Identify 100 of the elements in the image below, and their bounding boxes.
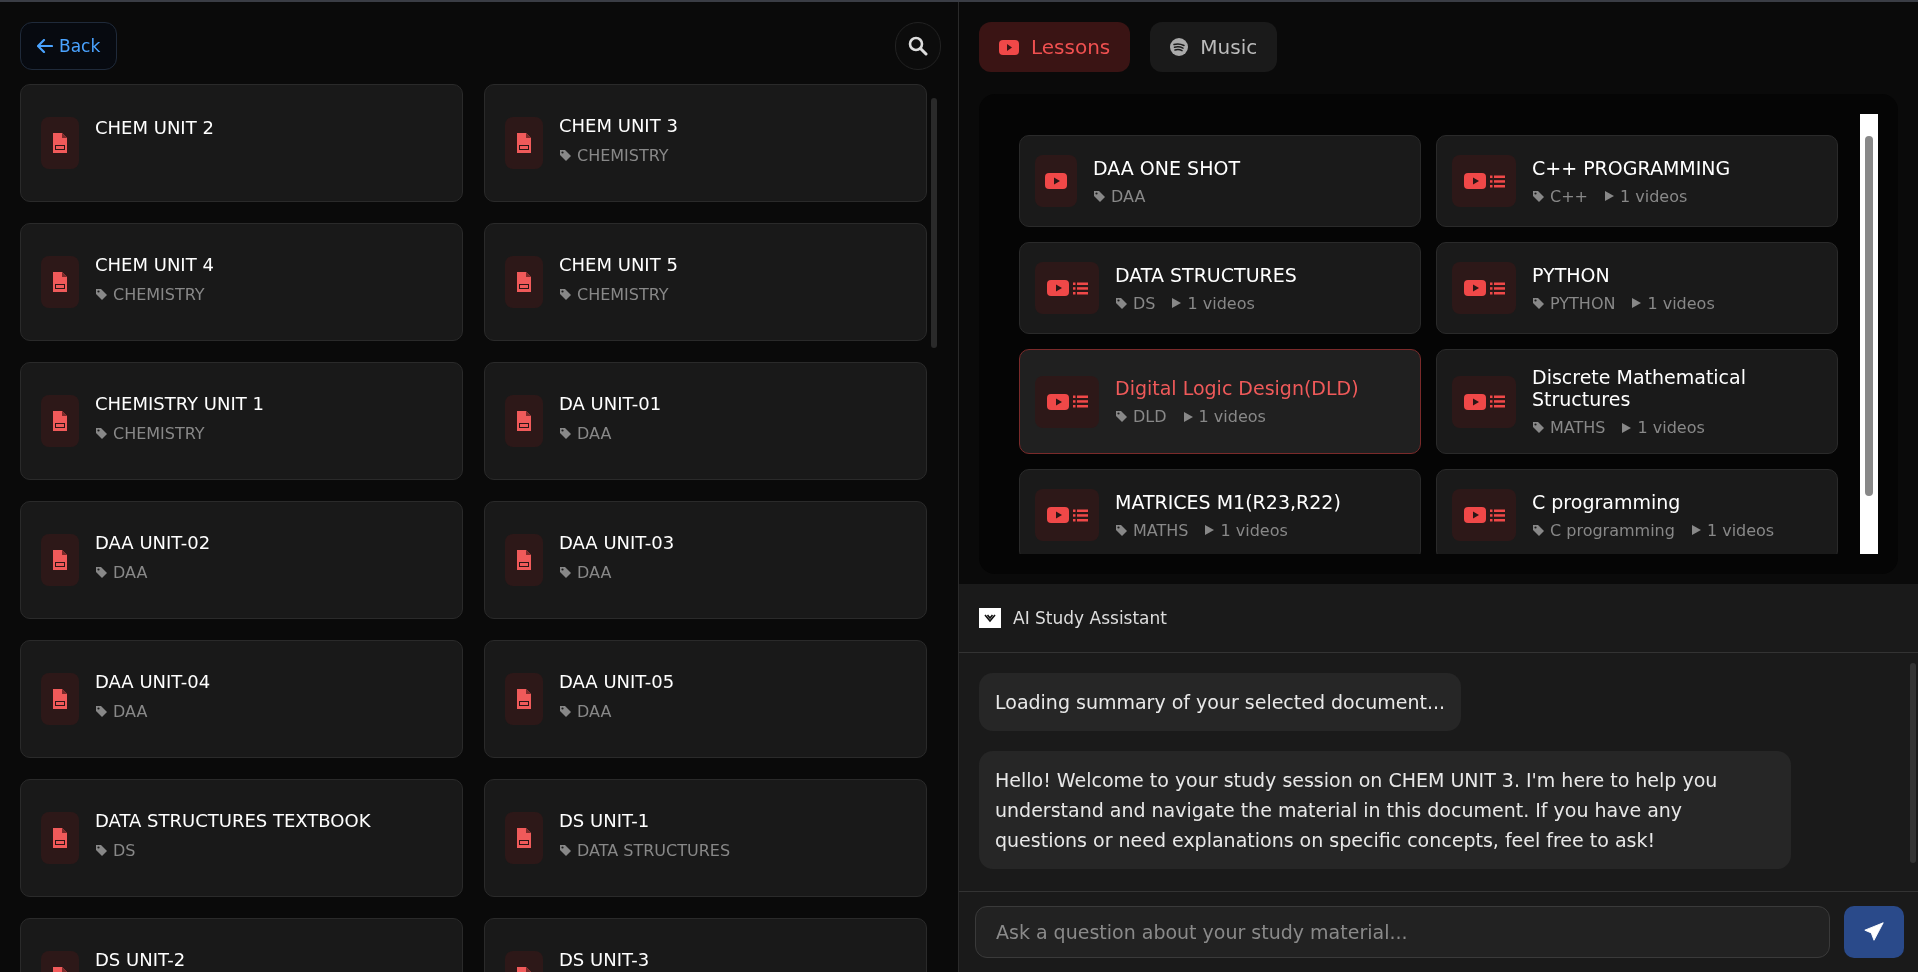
video-count: 1 videos xyxy=(1706,520,1775,540)
tag-label: DLD xyxy=(1133,407,1167,426)
lesson-card[interactable]: DATA STRUCTURES DS 1 videos xyxy=(1019,242,1421,334)
tab[interactable]: Music xyxy=(1150,22,1278,72)
assistant-title: AI Study Assistant xyxy=(1013,608,1167,628)
tag-icon xyxy=(559,566,572,579)
tag-label: MATHS xyxy=(1133,520,1189,540)
lesson-card[interactable]: C++ PROGRAMMING C++ 1 videos xyxy=(1436,135,1838,227)
tab[interactable]: Lessons xyxy=(979,22,1131,72)
pdf-file-icon xyxy=(516,688,532,710)
document-card[interactable]: CHEM UNIT 3 CHEMISTRY xyxy=(484,84,927,202)
tag-label: CHEMISTRY xyxy=(577,146,669,165)
document-card[interactable]: CHEM UNIT 5 CHEMISTRY xyxy=(484,223,927,341)
document-title: DAA UNIT-04 xyxy=(95,671,211,692)
tag-label: DAA xyxy=(577,563,612,582)
document-title: CHEMISTRY UNIT 1 xyxy=(95,393,264,414)
lesson-title: DAA ONE SHOT xyxy=(1093,156,1240,179)
play-icon xyxy=(1204,524,1216,536)
pdf-file-icon xyxy=(52,410,68,432)
tag-label: DAA xyxy=(113,563,148,582)
lesson-card[interactable]: Digital Logic Design(DLD) DLD 1 videos xyxy=(1019,349,1421,454)
music-circle-icon xyxy=(1170,38,1189,56)
document-card[interactable]: DS UNIT-1 DATA STRUCTURES xyxy=(484,779,927,897)
chat-message: Hello! Welcome to your study session on CHEM UNIT 3. I'm here to help you understand and navigate the material in this document. If you have any questions or need explanations on specific concepts, feel free to ask! xyxy=(979,751,1791,869)
tag-icon xyxy=(1115,296,1128,310)
lesson-card[interactable]: Discrete Mathematical Structures MATHS 1 videos xyxy=(1436,349,1838,454)
video-play-icon xyxy=(1463,393,1486,410)
document-title: CHEM UNIT 3 xyxy=(559,115,678,136)
document-card[interactable]: DATA STRUCTURES TEXTBOOK DS xyxy=(20,779,463,897)
play-icon xyxy=(1171,297,1183,309)
pdf-file-icon xyxy=(516,271,532,293)
document-title: DATA STRUCTURES TEXTBOOK xyxy=(95,810,371,831)
tag-label: DATA STRUCTURES xyxy=(577,841,731,860)
document-card[interactable]: DAA UNIT-04 DAA xyxy=(20,640,463,758)
document-card[interactable]: DA UNIT-01 DAA xyxy=(484,362,927,480)
tag-label: CHEMISTRY xyxy=(577,285,669,304)
video-play-icon xyxy=(1463,280,1486,296)
list-icon xyxy=(1489,395,1505,408)
lesson-title: C++ PROGRAMMING xyxy=(1532,156,1731,179)
lesson-card[interactable]: C programming C programming 1 videos xyxy=(1436,469,1838,554)
tag-label: DAA xyxy=(577,424,612,443)
tag-icon xyxy=(95,288,108,301)
pdf-file-icon xyxy=(52,688,68,710)
list-icon xyxy=(1489,508,1505,522)
lesson-card[interactable]: PYTHON PYTHON 1 videos xyxy=(1436,242,1838,334)
video-play-icon xyxy=(1046,507,1069,523)
tag-label: C programming xyxy=(1550,520,1675,540)
video-count: 1 videos xyxy=(1637,418,1705,437)
collapse-toggle[interactable] xyxy=(979,608,1001,628)
document-card[interactable]: DAA UNIT-05 DAA xyxy=(484,640,927,758)
document-card[interactable]: CHEM UNIT 2 xyxy=(20,84,463,202)
list-icon xyxy=(1072,508,1088,522)
back-button[interactable]: Back xyxy=(20,22,118,70)
tag-icon xyxy=(95,844,108,857)
document-title: DA UNIT-01 xyxy=(559,393,662,414)
search-icon xyxy=(908,36,928,56)
send-button[interactable] xyxy=(1844,906,1904,958)
tag-icon xyxy=(1115,410,1128,423)
pdf-file-icon xyxy=(52,827,68,849)
tag-icon xyxy=(1093,189,1106,203)
tag-icon xyxy=(1532,523,1545,537)
tag-label: C++ xyxy=(1550,186,1588,206)
document-card[interactable]: CHEMISTRY UNIT 1 CHEMISTRY xyxy=(20,362,463,480)
document-card[interactable]: DAA UNIT-03 DAA xyxy=(484,501,927,619)
play-icon xyxy=(1604,190,1615,202)
pdf-file-icon xyxy=(516,827,532,849)
tag-label: PYTHON xyxy=(1550,293,1616,313)
tag-icon xyxy=(559,288,572,301)
tag-icon xyxy=(95,566,108,579)
document-card[interactable]: DAA UNIT-02 DAA xyxy=(20,501,463,619)
play-icon xyxy=(1182,410,1194,423)
play-icon xyxy=(1631,297,1643,309)
play-icon xyxy=(1690,524,1702,536)
document-title: DS UNIT-1 xyxy=(559,810,651,831)
document-title: DAA UNIT-02 xyxy=(95,532,211,553)
question-input[interactable]: Ask a question about your study material... xyxy=(975,906,1830,958)
video-play-icon xyxy=(1463,173,1486,189)
document-card[interactable]: DS UNIT-3 xyxy=(484,918,927,972)
tag-label: DAA xyxy=(1111,186,1146,206)
tag-icon xyxy=(1532,189,1545,203)
list-icon xyxy=(1489,281,1505,295)
video-play-icon xyxy=(999,39,1019,55)
tag-label: MATHS xyxy=(1550,418,1606,437)
tag-icon xyxy=(95,427,108,440)
video-count: 1 videos xyxy=(1647,293,1715,313)
tag-label: DS xyxy=(1133,293,1156,313)
tag-icon xyxy=(1532,296,1545,310)
document-card[interactable]: DS UNIT-2 xyxy=(20,918,463,972)
lesson-card[interactable]: MATRICES M1(R23,R22) MATHS 1 videos xyxy=(1019,469,1421,554)
tag-icon xyxy=(1532,421,1545,434)
search-button[interactable] xyxy=(895,22,941,70)
pdf-file-icon xyxy=(516,132,532,154)
document-card[interactable]: CHEM UNIT 4 CHEMISTRY xyxy=(20,223,463,341)
pdf-file-icon xyxy=(516,549,532,571)
video-count: 1 videos xyxy=(1620,186,1688,206)
scrollbar[interactable] xyxy=(1860,114,1878,554)
lesson-title: C programming xyxy=(1532,490,1682,513)
document-title: CHEM UNIT 4 xyxy=(95,254,214,275)
lesson-card[interactable]: DAA ONE SHOT DAA xyxy=(1019,135,1421,227)
list-icon xyxy=(1489,174,1505,188)
